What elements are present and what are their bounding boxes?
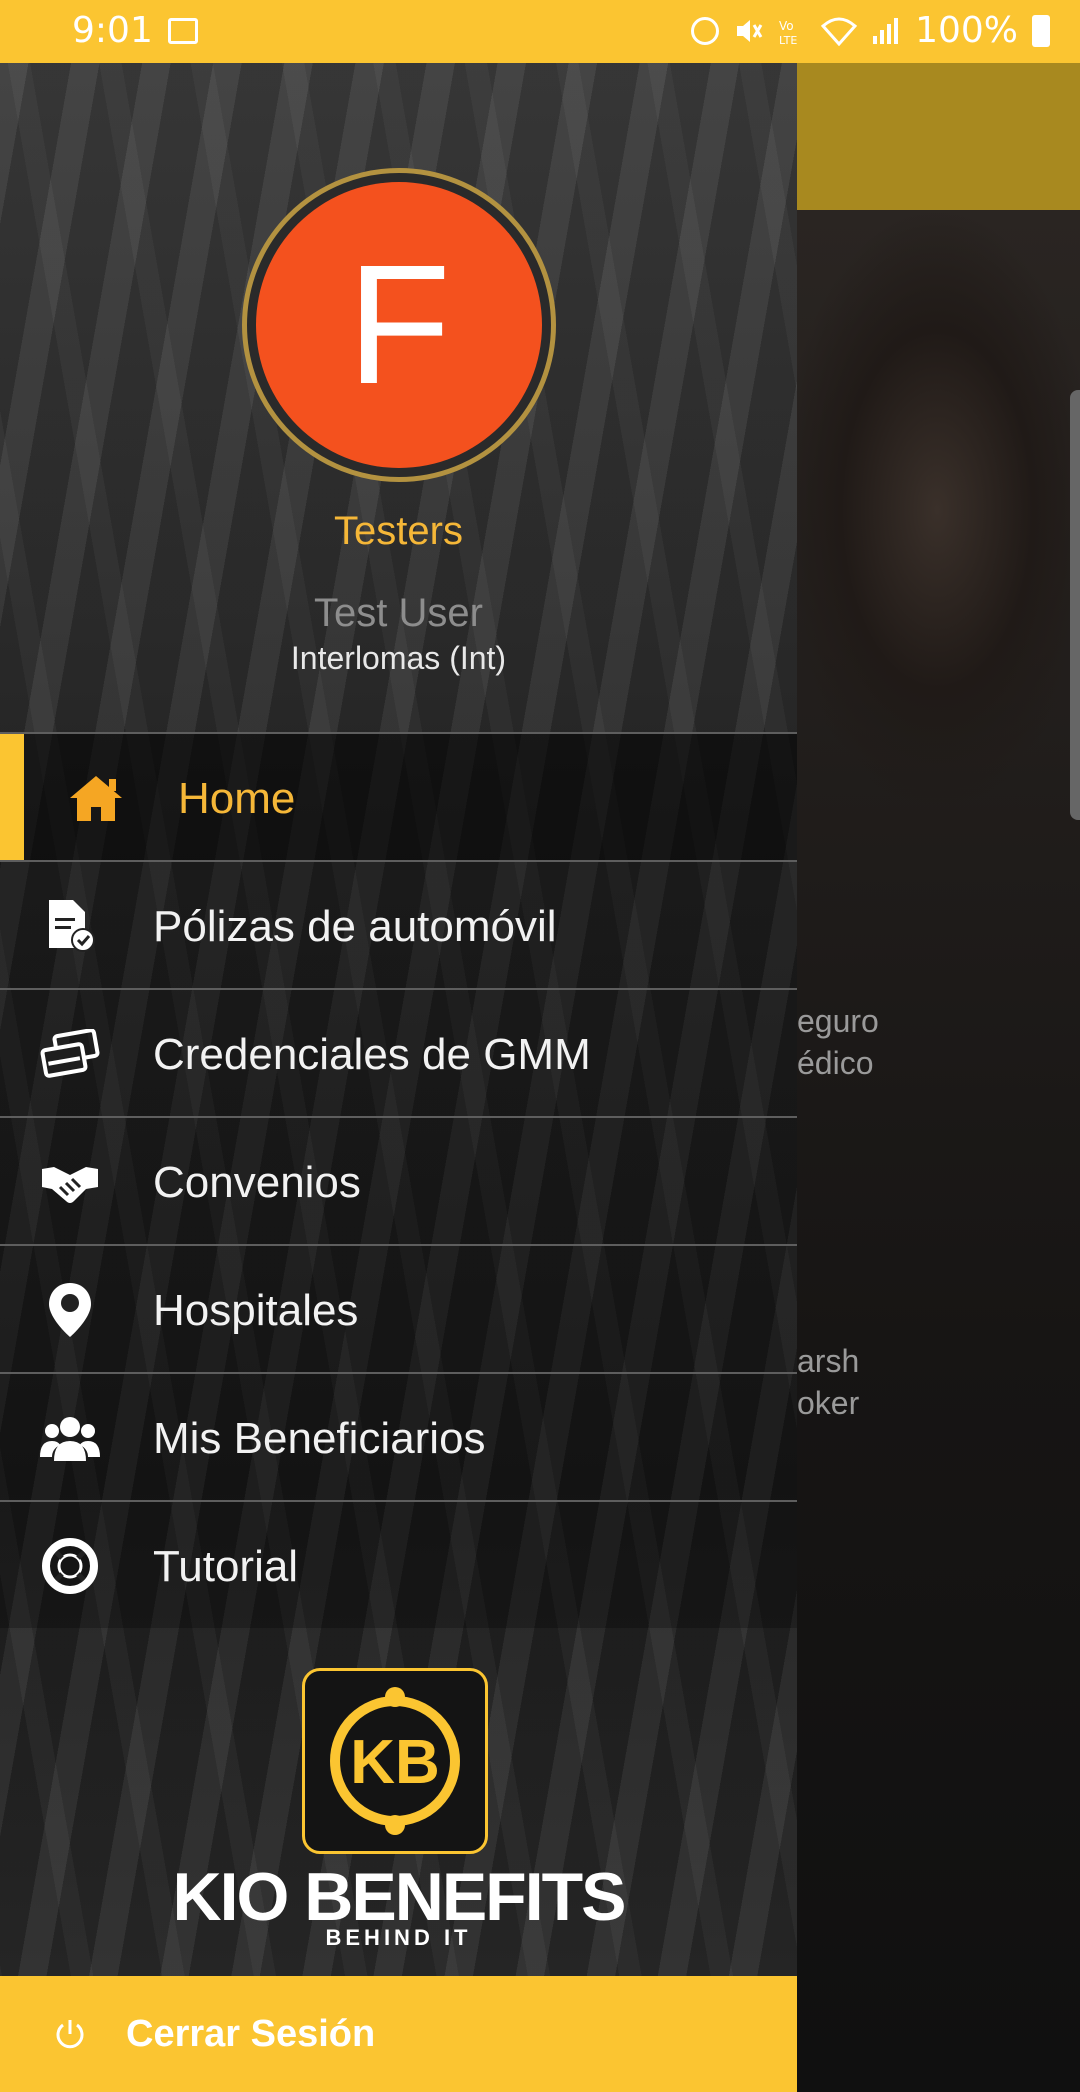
background-text-broker: arsh oker (797, 1343, 860, 1421)
drawer-menu: Home Pólizas de automóvil Credenciales d… (0, 732, 797, 1628)
background-text-insurance: eguro édico (797, 1003, 879, 1081)
logo-mark-text: KB (350, 1728, 440, 1797)
status-bar: 9:01 Vo LTE 100% (0, 0, 1080, 63)
signal-icon (873, 17, 899, 44)
policy-document-icon (40, 898, 100, 954)
battery-icon (1032, 14, 1050, 47)
lifebuoy-icon (40, 1538, 100, 1594)
map-pin-icon (40, 1282, 100, 1338)
logout-button[interactable]: Cerrar Sesión (0, 1976, 797, 2092)
menu-item-label: Credenciales de GMM (153, 1030, 591, 1079)
menu-item-polizas[interactable]: Pólizas de automóvil (0, 860, 797, 988)
menu-item-label: Hospitales (153, 1286, 359, 1335)
menu-item-home[interactable]: Home (0, 732, 797, 860)
alarm-icon (691, 16, 720, 45)
svg-text:Vo: Vo (779, 19, 794, 33)
menu-item-hospitales[interactable]: Hospitales (0, 1244, 797, 1372)
power-icon (54, 2018, 86, 2050)
background-app-bar (797, 63, 1080, 210)
avatar[interactable]: F (242, 168, 556, 482)
menu-item-beneficiarios[interactable]: Mis Beneficiarios (0, 1372, 797, 1500)
background-screen: eguro édico arsh oker (797, 63, 1080, 2092)
menu-item-label: Convenios (153, 1158, 361, 1207)
battery-percent: 100% (915, 10, 1018, 51)
user-name: Test User (314, 591, 483, 635)
menu-item-label: Pólizas de automóvil (153, 902, 557, 951)
status-icons: Vo LTE 100% (691, 10, 1050, 51)
background-photo: eguro édico arsh oker (797, 210, 1080, 2092)
credit-cards-icon (40, 1026, 100, 1082)
handshake-icon (40, 1154, 100, 1210)
menu-item-label: Tutorial (153, 1542, 299, 1591)
wifi-icon (821, 17, 858, 46)
menu-item-credenciales[interactable]: Credenciales de GMM (0, 988, 797, 1116)
menu-item-convenios[interactable]: Convenios (0, 1116, 797, 1244)
svg-text:LTE: LTE (779, 34, 797, 46)
kb-logo-mark: KB (330, 1687, 460, 1835)
logout-label: Cerrar Sesión (126, 2013, 376, 2055)
branch-name: Interlomas (Int) (290, 640, 507, 676)
menu-item-tutorial[interactable]: Tutorial (0, 1500, 797, 1628)
kio-benefits-logo: KB (302, 1668, 488, 1854)
image-notification-icon (168, 18, 198, 44)
status-time: 9:01 (72, 10, 153, 51)
logo-tagline: BEHIND IT (325, 1925, 472, 1950)
background-card-edge (1070, 390, 1080, 820)
menu-item-label: Home (178, 774, 296, 823)
volte-icon: VoLTE (779, 19, 797, 46)
home-icon (66, 770, 126, 826)
mute-icon (737, 19, 763, 42)
active-indicator (0, 734, 24, 860)
avatar-initial: F (256, 182, 542, 468)
menu-item-label: Mis Beneficiarios (153, 1414, 486, 1463)
navigation-drawer: F Testers Test User Interlomas (Int) Hom… (0, 63, 797, 2092)
users-icon (40, 1410, 100, 1466)
organization-name: Testers (334, 509, 463, 553)
